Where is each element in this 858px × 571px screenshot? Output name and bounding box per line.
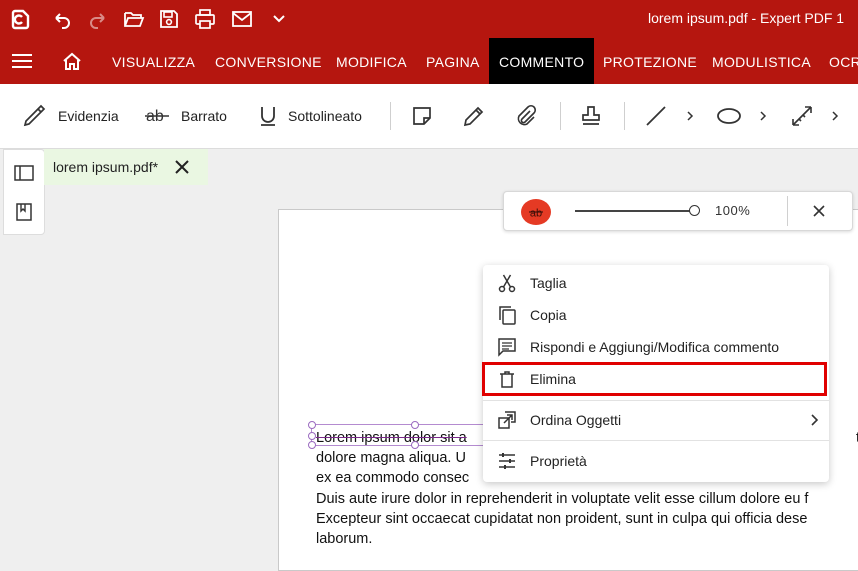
properties-icon [499, 453, 515, 469]
resize-handle[interactable] [308, 432, 316, 440]
resize-handle[interactable] [308, 421, 316, 429]
ellipse-icon [717, 108, 741, 124]
strikethrough-icon: ab [145, 108, 169, 125]
attach-button[interactable] [514, 84, 538, 148]
stamp-button[interactable] [579, 84, 603, 148]
arrange-icon [498, 411, 516, 429]
menu-separator [483, 440, 829, 441]
stamp-icon [582, 106, 600, 125]
measure-button[interactable] [789, 84, 815, 148]
ribbon-divider [624, 102, 625, 130]
resize-handle[interactable] [411, 441, 419, 449]
strikethrough-label: Barrato [181, 108, 227, 124]
chevron-right-icon[interactable] [685, 108, 695, 124]
panel-toggle-icon[interactable] [14, 163, 34, 183]
title-bar: lorem ipsum.pdf - Expert PDF 1 [0, 0, 858, 38]
highlight-box [482, 362, 827, 396]
redo-icon[interactable] [87, 8, 109, 30]
menu-item-label: Rispondi e Aggiungi/Modifica commento [530, 339, 780, 355]
print-icon[interactable] [194, 8, 216, 30]
submenu-chevron-icon [811, 414, 819, 426]
tab-conversione[interactable]: CONVERSIONE [215, 38, 322, 84]
scissors-icon [498, 274, 516, 293]
tab-modifica[interactable]: MODIFICA [336, 38, 407, 84]
strikethrough-button[interactable]: ab Barrato [145, 84, 227, 148]
menu-item-taglia[interactable]: Taglia [483, 268, 829, 298]
text-line: Excepteur sint occaecat cupidatat non pr… [316, 510, 808, 527]
ellipse-button[interactable] [716, 84, 742, 148]
tab-modulistica[interactable]: MODULISTICA [712, 38, 811, 84]
close-icon[interactable] [812, 204, 826, 218]
close-tab-icon[interactable] [174, 159, 190, 175]
strikethrough-color-icon: ab [529, 208, 543, 220]
tab-commento[interactable]: COMMENTO [489, 38, 595, 84]
highlight-label: Evidenzia [58, 108, 119, 124]
svg-text:ab: ab [530, 208, 542, 220]
paperclip-icon [517, 104, 537, 126]
opacity-slider-handle[interactable] [689, 205, 700, 216]
menu-item-copia[interactable]: Copia [483, 300, 829, 330]
tab-visualizza[interactable]: VISUALIZZA [112, 38, 195, 84]
bookmark-icon[interactable] [14, 202, 34, 222]
save-icon[interactable] [158, 8, 180, 30]
copy-icon [499, 306, 516, 325]
sticky-note-button[interactable] [411, 84, 433, 148]
side-panel [3, 149, 45, 235]
underline-button[interactable]: Sottolineato [258, 84, 362, 148]
mail-icon[interactable] [231, 8, 253, 30]
text-line: laborum. [316, 531, 373, 548]
menu-item-proprieta[interactable]: Proprietà [483, 446, 829, 476]
pencil-button[interactable] [462, 84, 486, 148]
comment-ribbon: Evidenzia ab Barrato Sottolineato [0, 84, 858, 149]
resize-handle[interactable] [308, 441, 316, 449]
ribbon-divider [390, 102, 391, 130]
ribbon-divider [560, 102, 561, 130]
line-button[interactable] [644, 84, 668, 148]
line-icon [646, 106, 666, 126]
menu-item-label: Taglia [530, 275, 567, 291]
opacity-value: 100% [715, 203, 751, 218]
pencil-icon [463, 106, 484, 127]
menu-item-label: Ordina Oggetti [530, 412, 622, 428]
chevron-right-icon[interactable] [830, 108, 840, 124]
measure-icon [792, 106, 812, 126]
tab-ocr[interactable]: OCR [829, 38, 858, 84]
menu-item-rispondi[interactable]: Rispondi e Aggiungi/Modifica commento [483, 332, 829, 362]
hamburger-menu-icon[interactable] [12, 53, 32, 69]
document-tab[interactable]: lorem ipsum.pdf* [44, 149, 208, 185]
menu-item-label: Copia [530, 307, 567, 323]
chevron-down-icon[interactable] [268, 8, 290, 30]
app-logo-icon[interactable] [9, 8, 31, 30]
highlighter-icon [23, 104, 46, 127]
annotation-property-bar: ab 100% [503, 191, 853, 231]
opacity-slider[interactable] [575, 210, 693, 212]
tab-pagina[interactable]: PAGINA [426, 38, 480, 84]
annotation-selection-box[interactable] [311, 424, 493, 446]
text-line: Duis aute irure dolor in reprehenderit i… [316, 490, 809, 507]
undo-icon[interactable] [51, 8, 73, 30]
resize-handle[interactable] [411, 421, 419, 429]
chevron-right-icon[interactable] [758, 108, 768, 124]
sticky-note-icon [413, 107, 431, 125]
highlight-button[interactable]: Evidenzia [22, 84, 119, 148]
menu-item-label: Proprietà [530, 453, 587, 469]
underline-icon [261, 107, 275, 126]
color-swatch[interactable]: ab [521, 199, 551, 225]
tab-protezione[interactable]: PROTEZIONE [603, 38, 697, 84]
comment-icon [498, 338, 516, 357]
document-tab-label: lorem ipsum.pdf* [53, 159, 159, 175]
underline-label: Sottolineato [288, 108, 362, 124]
window-title: lorem ipsum.pdf - Expert PDF 1 [648, 10, 845, 26]
menu-item-ordina-oggetti[interactable]: Ordina Oggetti [483, 405, 829, 435]
menu-separator [483, 400, 829, 401]
property-bar-divider [787, 196, 788, 226]
home-icon[interactable] [62, 52, 82, 70]
open-folder-icon[interactable] [123, 8, 145, 30]
menu-bar: VISUALIZZA CONVERSIONE MODIFICA PAGINA C… [0, 38, 858, 84]
